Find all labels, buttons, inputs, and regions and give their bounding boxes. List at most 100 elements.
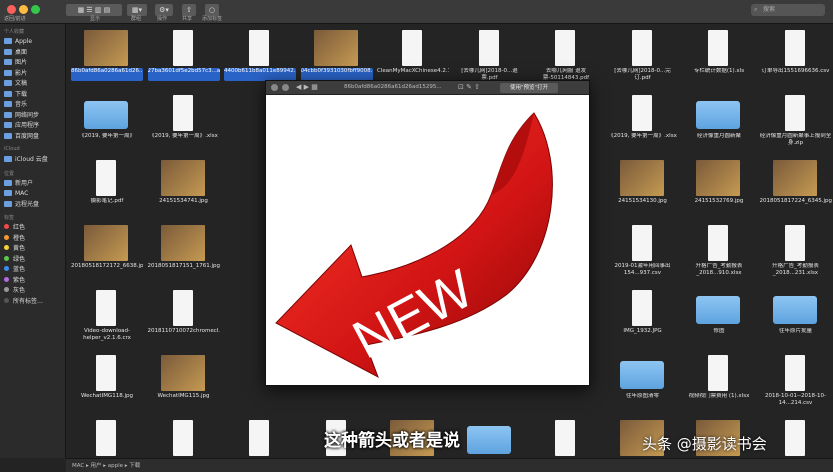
sidebar-item[interactable]: 灰色: [4, 286, 25, 296]
file-item[interactable]: [去哪儿网]2018-0...完订.pdf: [606, 26, 680, 94]
sidebar-item[interactable]: 应用程序: [4, 121, 39, 131]
file-item[interactable]: 2018051817151_1761.jpg: [147, 221, 221, 289]
file-item[interactable]: 27ba3601df5e2bd57c3...a89.tif.jpg: [147, 26, 221, 94]
file-item[interactable]: 升格广告_考勤报表_2018...910.xlsx: [682, 221, 756, 289]
file-item[interactable]: Video-download-helper_v2.1.6.crx: [70, 286, 144, 354]
sidebar-item[interactable]: 文稿: [4, 79, 27, 89]
sidebar-item[interactable]: 远程光盘: [4, 200, 39, 210]
file-item[interactable]: 24151534130.jpg: [606, 156, 680, 224]
file-item[interactable]: 2019-01激年用回事出154...937.csv: [606, 221, 680, 289]
search-input[interactable]: ⌕ 搜索: [751, 4, 825, 16]
file-name: 24151532769.jpg: [694, 198, 744, 204]
file-item[interactable]: 2018110710072chromecl.com.zip: [147, 286, 221, 354]
sidebar-item[interactable]: 绿色: [4, 255, 25, 265]
file-name: IMG_1932.JPG: [623, 328, 662, 334]
file-item[interactable]: WechatIMG115.jpg: [147, 351, 221, 419]
file-item[interactable]: 往年原图清零: [606, 351, 680, 419]
file-item[interactable]: 86b0afd86a0286a61d26...78.tif.jpg: [70, 26, 144, 94]
sidebar-item-label: MAC: [15, 190, 29, 197]
file-item[interactable]: 专栏统计数据(1).xls: [682, 26, 756, 94]
file-item[interactable]: 摄影笔记.pdf: [70, 156, 144, 224]
sidebar-item[interactable]: 下载: [4, 90, 27, 100]
image-thumbnail: [619, 160, 664, 196]
quicklook-titlebar: ◀ ▶ ▦ 86b0afd86a0286a61d26ad15295... ⊡ ✎…: [266, 81, 589, 95]
file-name: 《2019, 要年第一周》.xlsx: [608, 133, 677, 139]
file-name: WechatIMG115.jpg: [157, 393, 210, 399]
file-name: 24151534130.jpg: [618, 198, 667, 204]
file-item[interactable]: 24151534741.jpg: [147, 156, 221, 224]
file-item[interactable]: 2018051817224_6345.jpg: [759, 156, 833, 224]
sidebar: 个人收藏 Apple 桌面 图片 影片 文稿 下载 音乐 网络同步 应用程序 百度网盘 iCloud i…: [0, 24, 66, 458]
markup-icon[interactable]: ⊡ ✎ ⇧: [458, 83, 480, 91]
document-icon: [478, 30, 499, 66]
sidebar-item[interactable]: 所有标签…: [4, 297, 43, 307]
sidebar-item[interactable]: 紫色: [4, 276, 25, 286]
close-icon[interactable]: [271, 84, 278, 91]
sidebar-item[interactable]: 影片: [4, 69, 27, 79]
file-item[interactable]: 《2019, 要年第一周》.xlsx: [147, 91, 221, 159]
file-item[interactable]: 20180518172172_6638.jpg: [70, 221, 144, 289]
sidebar-item[interactable]: 百度网盘: [4, 132, 39, 142]
file-name: 2018-10-01--2018-10-14...214.csv: [765, 393, 826, 406]
sidebar-item-label: 新用户: [15, 179, 34, 187]
file-name: 2018110710072chromecl.com.zip: [147, 328, 220, 334]
search-icon: ⌕: [754, 6, 758, 13]
sidebar-item[interactable]: 图片: [4, 58, 27, 68]
document-icon: [249, 420, 269, 456]
document-icon: [784, 355, 805, 391]
file-name: 27ba3601df5e2bd57c3...a89.tif.jpg: [147, 68, 220, 81]
sidebar-item[interactable]: MAC: [4, 189, 28, 199]
document-icon: [172, 30, 193, 66]
file-item[interactable]: 订单导出1551696636.csv: [759, 26, 833, 94]
image-thumbnail: [84, 30, 128, 66]
nav-arrows[interactable]: ◀ ▶ ▦: [296, 83, 318, 91]
file-item[interactable]: 24151532769.jpg: [682, 156, 756, 224]
sidebar-item[interactable]: iCloud 云盘: [4, 155, 48, 165]
sidebar-item-label: 远程光盘: [15, 200, 40, 208]
sidebar-item[interactable]: 网络同步: [4, 111, 39, 121]
sidebar-item[interactable]: 橙色: [4, 234, 25, 244]
file-item[interactable]: 升格广告_考勤报表_2018...231.xlsx: [759, 221, 833, 289]
document-icon: [555, 420, 575, 456]
document-icon: [784, 30, 805, 66]
sidebar-item[interactable]: 蓝色: [4, 265, 25, 275]
sidebar-item-label: 图片: [15, 59, 28, 66]
folder-icon: [4, 200, 12, 207]
sidebar-item-label: 百度网盘: [15, 132, 40, 140]
file-name: 摄影笔记.pdf: [90, 198, 124, 204]
file-item[interactable]: 经济像重月圆新聚事上报到全身.zip: [759, 91, 833, 159]
image-thumbnail: [772, 160, 817, 196]
file-item[interactable]: 修图: [682, 286, 756, 354]
fullscreen-icon[interactable]: [282, 84, 289, 91]
sidebar-item[interactable]: 黄色: [4, 244, 25, 254]
path-bar[interactable]: MAC ▸ 用户 ▸ apple ▸ 下载: [66, 458, 833, 472]
search-placeholder: 搜索: [763, 6, 776, 13]
image-thumbnail: [160, 355, 205, 391]
folder-icon: [4, 38, 12, 44]
sidebar-item-label: 应用程序: [15, 122, 40, 129]
sidebar-item[interactable]: 音乐: [4, 100, 27, 110]
file-name: 升格广告_考勤报表_2018...231.xlsx: [772, 263, 819, 276]
folder-icon: [84, 101, 128, 129]
sidebar-item[interactable]: Apple: [4, 37, 32, 47]
document-icon: [708, 225, 728, 261]
tag-dot-icon: [4, 297, 9, 303]
image-thumbnail: [696, 160, 740, 196]
file-item[interactable]: 往年原片批量: [759, 286, 833, 354]
sidebar-item[interactable]: 新用户: [4, 179, 33, 189]
file-item[interactable]: WechatIMG118.jpg: [70, 351, 144, 419]
document-icon: [402, 30, 422, 66]
file-name: 往年原图清零: [625, 393, 659, 399]
quicklook-window: ◀ ▶ ▦ 86b0afd86a0286a61d26ad15295... ⊡ ✎…: [265, 80, 590, 386]
file-item[interactable]: 2018-10-01--2018-10-14...214.csv: [759, 351, 833, 419]
file-item[interactable]: 视频视门票费用 (1).xlsx: [682, 351, 756, 419]
file-item[interactable]: 《2019, 要年第一周》: [70, 91, 144, 159]
image-thumbnail: [160, 160, 205, 196]
sidebar-item[interactable]: 桌面: [4, 48, 27, 58]
file-item[interactable]: IMG_1932.JPG: [606, 286, 680, 354]
file-item[interactable]: 《2019, 要年第一周》.xlsx: [606, 91, 680, 159]
sidebar-item[interactable]: 红色: [4, 223, 25, 233]
file-item[interactable]: 经济像重月圆新聚: [682, 91, 756, 159]
file-name: 20180518172172_6638.jpg: [71, 263, 143, 269]
open-with-preview-button[interactable]: 使用"预览"打开: [500, 83, 558, 93]
